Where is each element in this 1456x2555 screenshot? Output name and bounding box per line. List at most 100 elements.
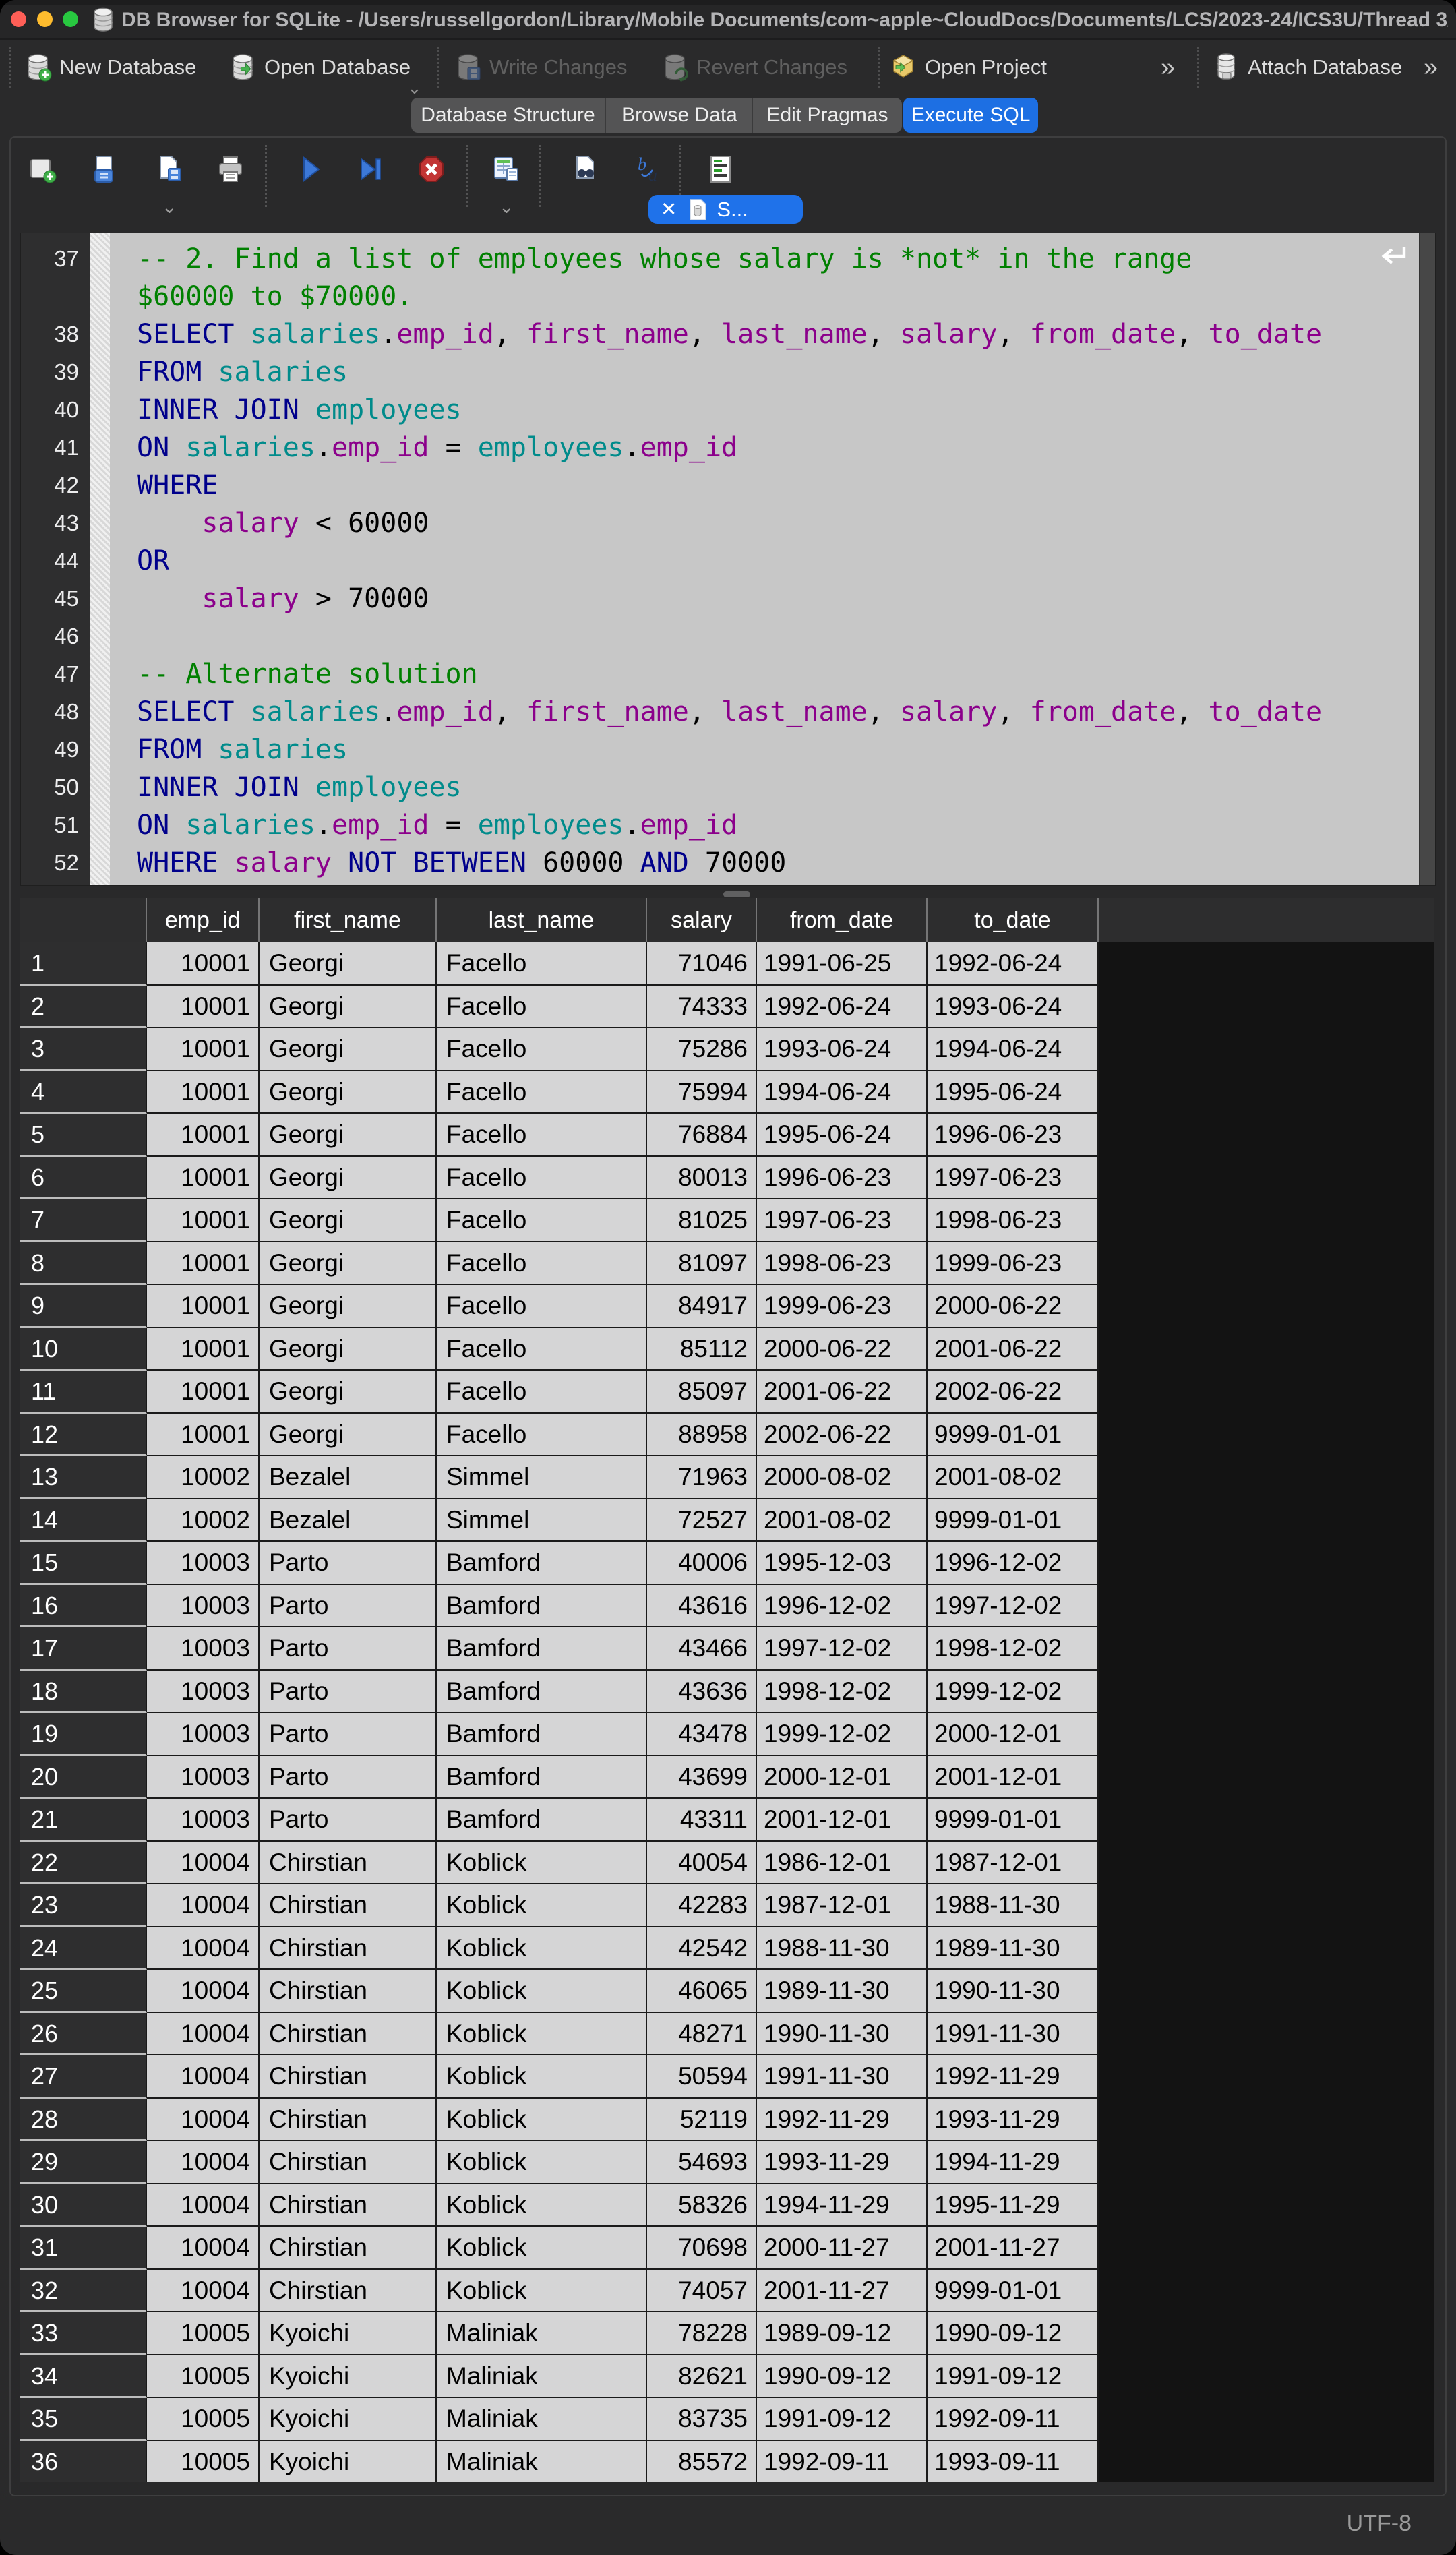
table-cell[interactable]: Georgi (260, 1157, 437, 1200)
row-number-cell[interactable]: 17 (20, 1627, 147, 1671)
table-cell[interactable]: 2001-06-22 (928, 1328, 1099, 1371)
table-cell[interactable]: 1992-09-11 (928, 2398, 1099, 2441)
table-cell[interactable]: 10002 (147, 1456, 260, 1499)
table-cell[interactable]: Facello (437, 1071, 647, 1114)
row-number-cell[interactable]: 32 (20, 2270, 147, 2313)
table-cell[interactable]: 2000-08-02 (757, 1456, 928, 1499)
table-cell[interactable]: Koblick (437, 2270, 647, 2313)
table-cell[interactable]: 84917 (647, 1285, 757, 1328)
column-header[interactable]: last_name (437, 898, 647, 942)
table-cell[interactable]: Chirstian (260, 2013, 437, 2056)
table-cell[interactable]: 1991-06-25 (757, 942, 928, 986)
table-cell[interactable]: 10001 (147, 1028, 260, 1071)
print-button[interactable] (215, 154, 246, 185)
row-number-cell[interactable]: 34 (20, 2355, 147, 2399)
table-row[interactable]: 210001GeorgiFacello743331992-06-241993-0… (20, 986, 1434, 1029)
table-row[interactable]: 710001GeorgiFacello810251997-06-231998-0… (20, 1199, 1434, 1242)
table-cell[interactable]: Bamford (437, 1542, 647, 1585)
table-row[interactable]: 1710003PartoBamford434661997-12-021998-1… (20, 1627, 1434, 1671)
table-row[interactable]: 310001GeorgiFacello752861993-06-241994-0… (20, 1028, 1434, 1071)
open-database-dropdown-chevron-icon[interactable]: ⌄ (407, 78, 422, 98)
splitter-handle[interactable] (723, 891, 750, 897)
table-cell[interactable]: 50594 (647, 2055, 757, 2099)
table-cell[interactable]: 2000-06-22 (757, 1328, 928, 1371)
table-cell[interactable]: Kyoichi (260, 2355, 437, 2399)
table-cell[interactable]: 1993-06-24 (928, 986, 1099, 1029)
code-line[interactable]: salary < 60000 (137, 504, 1420, 542)
table-cell[interactable]: Kyoichi (260, 2312, 437, 2355)
table-cell[interactable]: 1988-11-30 (928, 1884, 1099, 1927)
table-row[interactable]: 3210004ChirstianKoblick740572001-11-2799… (20, 2270, 1434, 2313)
row-number-cell[interactable]: 2 (20, 986, 147, 1029)
table-cell[interactable]: 2001-11-27 (757, 2270, 928, 2313)
table-cell[interactable]: 2000-12-01 (757, 1756, 928, 1799)
table-cell[interactable]: 1990-11-30 (757, 2013, 928, 2056)
table-cell[interactable]: 10004 (147, 2055, 260, 2099)
table-cell[interactable]: 1989-11-30 (757, 1970, 928, 2013)
table-cell[interactable]: 2001-08-02 (928, 1456, 1099, 1499)
table-cell[interactable]: Georgi (260, 986, 437, 1029)
table-cell[interactable]: 85572 (647, 2441, 757, 2483)
row-number-cell[interactable]: 26 (20, 2013, 147, 2056)
table-cell[interactable]: Koblick (437, 1927, 647, 1971)
code-line[interactable]: SELECT salaries.emp_id, first_name, last… (137, 693, 1420, 731)
table-row[interactable]: 1010001GeorgiFacello851122000-06-222001-… (20, 1328, 1434, 1371)
table-row[interactable]: 2010003PartoBamford436992000-12-012001-1… (20, 1756, 1434, 1799)
table-cell[interactable]: Facello (437, 1371, 647, 1414)
table-cell[interactable]: 81097 (647, 1242, 757, 1286)
tab-edit-pragmas[interactable]: Edit Pragmas (752, 98, 902, 133)
table-cell[interactable]: 1999-06-23 (928, 1242, 1099, 1286)
table-cell[interactable]: 2001-06-22 (757, 1371, 928, 1414)
table-cell[interactable]: 71963 (647, 1456, 757, 1499)
write-changes-button[interactable]: Write Changes (453, 52, 627, 83)
table-cell[interactable]: Facello (437, 1285, 647, 1328)
table-cell[interactable]: Maliniak (437, 2355, 647, 2399)
table-cell[interactable]: Bamford (437, 1756, 647, 1799)
table-row[interactable]: 1210001GeorgiFacello889582002-06-229999-… (20, 1414, 1434, 1457)
table-cell[interactable]: 81025 (647, 1199, 757, 1242)
table-cell[interactable]: Bamford (437, 1585, 647, 1628)
table-row[interactable]: 910001GeorgiFacello849171999-06-232000-0… (20, 1285, 1434, 1328)
table-cell[interactable]: 10004 (147, 2099, 260, 2142)
save-sql-file-button[interactable] (154, 154, 185, 185)
table-cell[interactable]: Parto (260, 1713, 437, 1756)
table-cell[interactable]: 9999-01-01 (928, 1499, 1099, 1542)
code-line[interactable]: salary > 70000 (137, 580, 1420, 618)
table-row[interactable]: 1610003PartoBamford436161996-12-021997-1… (20, 1585, 1434, 1628)
table-cell[interactable]: 1999-06-23 (757, 1285, 928, 1328)
row-number-cell[interactable]: 13 (20, 1456, 147, 1499)
table-cell[interactable]: 1986-12-01 (757, 1842, 928, 1885)
tab-database-structure[interactable]: Database Structure (411, 98, 605, 133)
table-row[interactable]: 2410004ChirstianKoblick425421988-11-3019… (20, 1927, 1434, 1971)
table-cell[interactable]: 9999-01-01 (928, 2270, 1099, 2313)
code-line[interactable]: INNER JOIN employees (137, 391, 1420, 429)
column-header[interactable]: first_name (260, 898, 437, 942)
close-window-button[interactable] (11, 11, 26, 27)
table-row[interactable]: 2210004ChirstianKoblick400541986-12-0119… (20, 1842, 1434, 1885)
table-cell[interactable]: Koblick (437, 2184, 647, 2227)
row-number-cell[interactable]: 1 (20, 942, 147, 986)
table-row[interactable]: 3310005KyoichiMaliniak782281989-09-12199… (20, 2312, 1434, 2355)
table-cell[interactable]: Facello (437, 1199, 647, 1242)
zoom-window-button[interactable] (63, 11, 78, 27)
code-line[interactable]: FROM salaries (137, 731, 1420, 769)
table-cell[interactable]: Facello (437, 1242, 647, 1286)
row-number-cell[interactable]: 18 (20, 1671, 147, 1714)
row-number-cell[interactable]: 23 (20, 1884, 147, 1927)
table-cell[interactable]: 42542 (647, 1927, 757, 1971)
table-cell[interactable]: 40054 (647, 1842, 757, 1885)
table-cell[interactable]: 10001 (147, 942, 260, 986)
show-results-pane-button[interactable] (705, 154, 736, 185)
table-cell[interactable]: Georgi (260, 1242, 437, 1286)
table-cell[interactable]: 10001 (147, 1242, 260, 1286)
table-cell[interactable]: 2001-08-02 (757, 1499, 928, 1542)
table-cell[interactable]: 1998-06-23 (757, 1242, 928, 1286)
table-cell[interactable]: 10004 (147, 2141, 260, 2184)
table-cell[interactable]: 43466 (647, 1627, 757, 1671)
table-cell[interactable]: 10004 (147, 2270, 260, 2313)
editor-vertical-scrollbar[interactable] (1419, 233, 1435, 885)
table-cell[interactable]: 1991-11-30 (757, 2055, 928, 2099)
code-line[interactable] (137, 618, 1420, 655)
table-cell[interactable]: 76884 (647, 1114, 757, 1157)
table-cell[interactable]: 1990-09-12 (928, 2312, 1099, 2355)
